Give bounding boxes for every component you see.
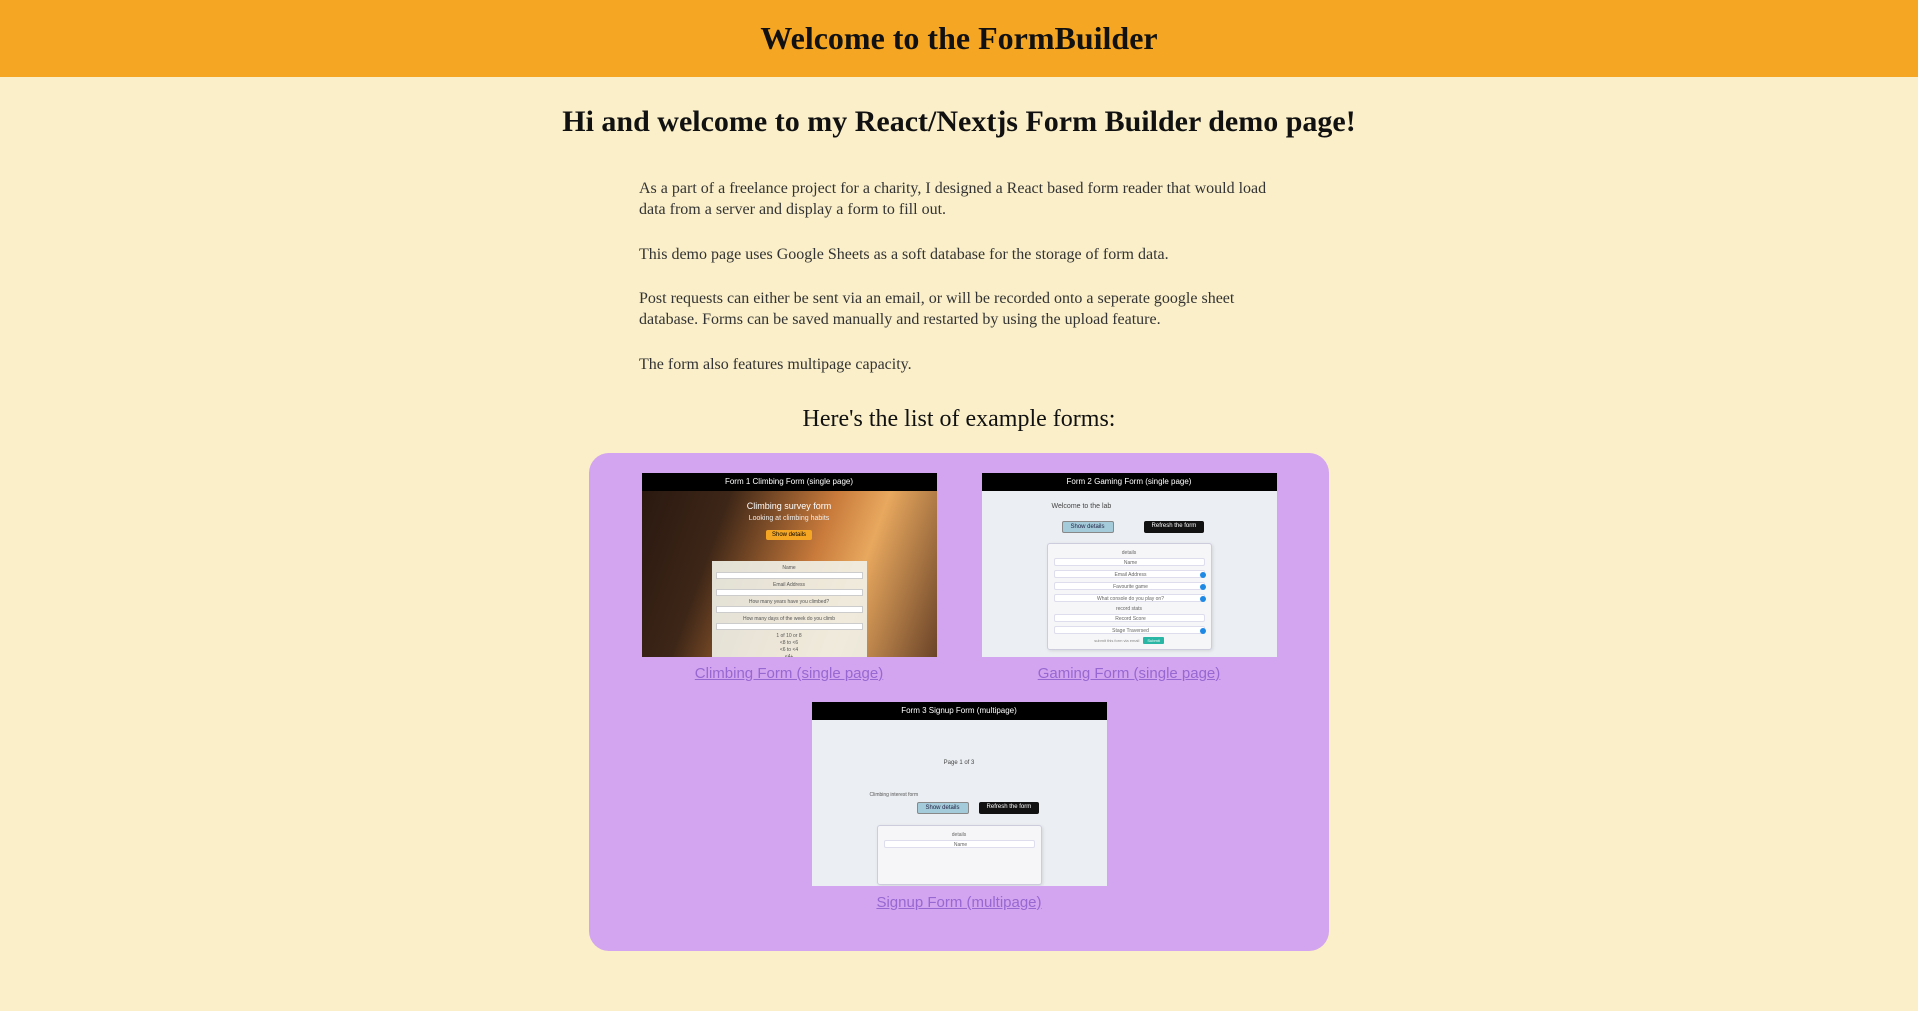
intro-paragraph-3: Post requests can either be sent via an … [639, 289, 1279, 331]
thumb-inner-button-show: Show details [1062, 521, 1114, 533]
header-bar: Welcome to the FormBuilder [0, 0, 1918, 77]
page-title: Welcome to the FormBuilder [0, 20, 1918, 57]
thumb-inner-panel: details Name [877, 825, 1042, 885]
form-card-gaming: Form 2 Gaming Form (single page) Welcome… [979, 473, 1279, 682]
forms-list-title: Here's the list of example forms: [439, 406, 1479, 433]
thumb-section-label: details [1054, 550, 1205, 556]
thumb-footer: submit this form via emailSubmit [1054, 638, 1205, 643]
thumb-field-label: How many days of the week do you climb [716, 616, 863, 622]
thumb-inner-header: Welcome to the lab [1052, 503, 1112, 510]
thumb-topbar: Form 2 Gaming Form (single page) [982, 473, 1277, 491]
intro-paragraph-1: As a part of a freelance project for a c… [639, 179, 1279, 221]
intro-paragraph-2: This demo page uses Google Sheets as a s… [639, 245, 1279, 266]
thumb-inner-button-refresh: Refresh the form [1144, 521, 1205, 533]
subtitle: Hi and welcome to my React/Nextjs Form B… [439, 105, 1479, 139]
form-thumbnail-signup[interactable]: Form 3 Signup Form (multipage) Page 1 of… [812, 702, 1107, 886]
thumb-inner-subtitle: Looking at climbing habits [642, 515, 937, 522]
thumb-page-indicator: Page 1 of 3 [812, 760, 1107, 766]
main-content: Hi and welcome to my React/Nextjs Form B… [409, 77, 1509, 1011]
thumb-field: What console do you play on? [1054, 594, 1205, 602]
thumb-section-label: details [884, 832, 1035, 838]
thumb-topbar: Form 3 Signup Form (multipage) [812, 702, 1107, 720]
thumb-topbar: Form 1 Climbing Form (single page) [642, 473, 937, 491]
thumb-inner-button-refresh: Refresh the form [979, 802, 1040, 814]
form-link-signup[interactable]: Signup Form (multipage) [876, 894, 1041, 911]
thumb-left-label: Climbing interest form [870, 792, 919, 798]
thumb-check-item: 1 of 10 or 8 [716, 633, 863, 640]
thumb-inner-button: Show details [766, 530, 812, 540]
thumb-section-label: record stats [1054, 606, 1205, 612]
info-dot-icon [1200, 584, 1206, 590]
intro-paragraph-4: The form also features multipage capacit… [639, 355, 1279, 376]
form-thumbnail-climbing[interactable]: Form 1 Climbing Form (single page) Climb… [642, 473, 937, 657]
thumb-checks: 1 of 10 or 8 <8 to <6 <6 to <4 <4+ Indoo… [716, 633, 863, 657]
thumb-field: Email Address [1054, 570, 1205, 578]
thumb-check-item: <4+ [716, 654, 863, 657]
form-link-gaming[interactable]: Gaming Form (single page) [1038, 665, 1221, 682]
thumb-field-label: Name [716, 565, 863, 571]
form-card-climbing: Form 1 Climbing Form (single page) Climb… [639, 473, 939, 682]
thumb-inner-panel: details Name Email Address Favourite gam… [1047, 543, 1212, 650]
info-dot-icon [1200, 572, 1206, 578]
thumb-inner-title: Climbing survey form [642, 491, 937, 511]
thumb-field-label: How many years have you climbed? [716, 599, 863, 605]
thumb-field: Record Score [1054, 614, 1205, 622]
thumb-submit-btn: Submit [1143, 637, 1163, 644]
forms-container: Form 1 Climbing Form (single page) Climb… [589, 453, 1329, 951]
form-thumbnail-gaming[interactable]: Form 2 Gaming Form (single page) Welcome… [982, 473, 1277, 657]
form-card-signup: Form 3 Signup Form (multipage) Page 1 of… [809, 702, 1109, 911]
thumb-field: Favourite game [1054, 582, 1205, 590]
thumb-field: Name [884, 840, 1035, 848]
thumb-inner-form: Name Email Address How many years have y… [712, 561, 867, 657]
thumb-field-label: Email Address [716, 582, 863, 588]
thumb-check-item: <8 to <6 [716, 640, 863, 647]
thumb-check-item: <6 to <4 [716, 647, 863, 654]
info-dot-icon [1200, 596, 1206, 602]
thumb-field: Stage Traversed [1054, 626, 1205, 634]
info-dot-icon [1200, 628, 1206, 634]
form-link-climbing[interactable]: Climbing Form (single page) [695, 665, 883, 682]
thumb-inner-button-show: Show details [917, 802, 969, 814]
thumb-field: Name [1054, 558, 1205, 566]
